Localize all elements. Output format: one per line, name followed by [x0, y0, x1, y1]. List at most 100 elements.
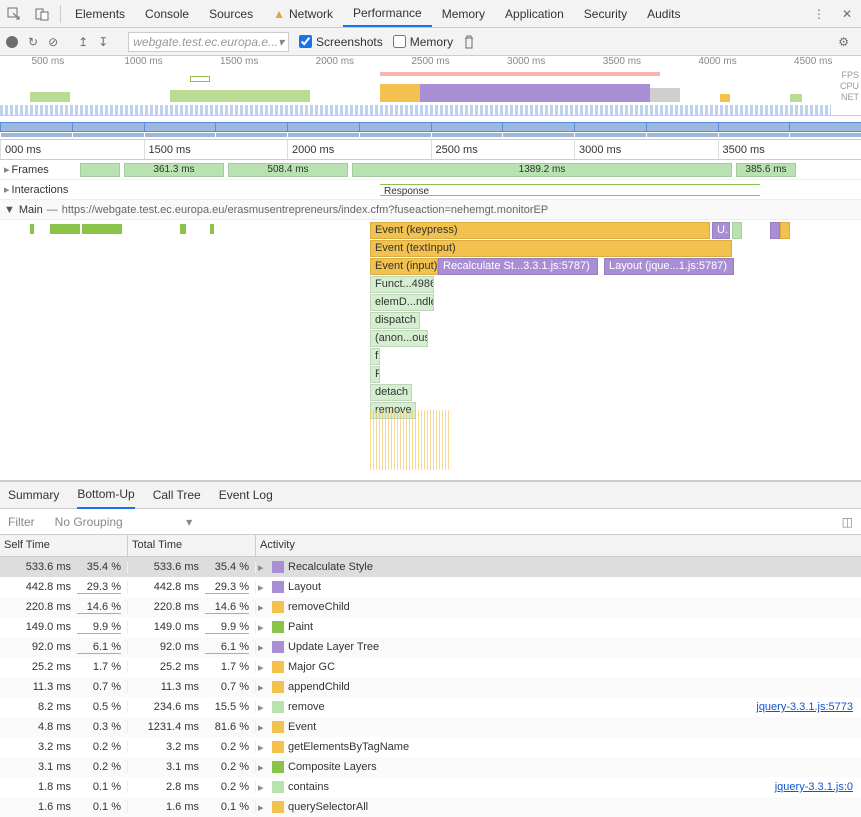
expand-icon[interactable]: ▸ — [258, 581, 268, 594]
table-row[interactable]: 220.8 ms14.6 %220.8 ms14.6 %▸removeChild — [0, 597, 861, 617]
frame-bar[interactable]: 508.4 ms — [228, 163, 348, 177]
table-row[interactable]: 3.1 ms0.2 %3.1 ms0.2 %▸Composite Layers — [0, 757, 861, 777]
frame-bar[interactable]: 361.3 ms — [124, 163, 224, 177]
flame-bar[interactable] — [770, 222, 780, 239]
col-total-time[interactable]: Total Time — [128, 535, 256, 556]
tab-elements[interactable]: Elements — [65, 0, 135, 27]
expand-icon[interactable]: ▸ — [258, 801, 268, 814]
source-link[interactable]: jquery-3.3.1.js:5773 — [756, 701, 853, 713]
table-row[interactable]: 1.6 ms0.1 %1.6 ms0.1 %▸querySelectorAll — [0, 797, 861, 817]
table-row[interactable]: 533.6 ms35.4 %533.6 ms35.4 %▸Recalculate… — [0, 557, 861, 577]
details-tab-bottom-up[interactable]: Bottom-Up — [77, 481, 134, 509]
table-row[interactable]: 25.2 ms1.7 %25.2 ms1.7 %▸Major GC — [0, 657, 861, 677]
recording-url-select[interactable]: webgate.test.ec.europa.e... ▾ — [128, 32, 289, 52]
activity-swatch — [272, 561, 284, 573]
flame-bar[interactable]: (anon...ous) — [370, 330, 428, 347]
flame-bar[interactable]: U... — [712, 222, 730, 239]
tab-memory[interactable]: Memory — [432, 0, 495, 27]
expand-icon[interactable]: ▸ — [258, 641, 268, 654]
col-self-time[interactable]: Self Time — [0, 535, 128, 556]
expand-icon[interactable]: ▸ — [258, 781, 268, 794]
flame-bar[interactable]: dispatch — [370, 312, 420, 329]
expand-icon[interactable]: ▸ — [4, 184, 10, 196]
flame-chart[interactable]: Event (keypress)U...Event (textInput)Eve… — [0, 220, 861, 480]
table-row[interactable]: 149.0 ms9.9 %149.0 ms9.9 %▸Paint — [0, 617, 861, 637]
tab-performance[interactable]: Performance — [343, 0, 432, 27]
network-strip[interactable] — [0, 116, 861, 140]
flame-bar[interactable]: Recalculate St...3.3.1.js:5787) — [438, 258, 598, 275]
flame-bar[interactable]: f — [370, 348, 380, 365]
expand-icon[interactable]: ▸ — [4, 164, 10, 176]
flame-bar[interactable]: P — [370, 366, 380, 383]
activity-swatch — [272, 681, 284, 693]
inspect-icon[interactable] — [0, 0, 28, 28]
details-tab-call-tree[interactable]: Call Tree — [153, 482, 201, 508]
flame-bar[interactable]: Event (input) — [370, 258, 438, 275]
flame-bar[interactable]: Event (textInput) — [370, 240, 732, 257]
source-link[interactable]: jquery-3.3.1.js:0 — [775, 781, 853, 793]
activity-swatch — [272, 741, 284, 753]
details-tab-summary[interactable]: Summary — [8, 482, 59, 508]
expand-icon[interactable]: ▸ — [258, 661, 268, 674]
col-activity[interactable]: Activity — [256, 535, 861, 556]
expand-icon[interactable]: ▸ — [258, 761, 268, 774]
details-tab-event-log[interactable]: Event Log — [219, 482, 273, 508]
activity-name: Event — [288, 721, 316, 733]
garbage-collect-icon[interactable] — [463, 35, 475, 49]
activity-name: Recalculate Style — [288, 561, 373, 573]
table-row[interactable]: 11.3 ms0.7 %11.3 ms0.7 %▸appendChild — [0, 677, 861, 697]
flame-bar[interactable]: detach — [370, 384, 412, 401]
tab-console[interactable]: Console — [135, 0, 199, 27]
tab-audits[interactable]: Audits — [637, 0, 690, 27]
frames-track[interactable]: ▸Frames 361.3 ms508.4 ms1389.2 ms385.6 m… — [0, 160, 861, 180]
tab-security[interactable]: Security — [574, 0, 637, 27]
grouping-select[interactable]: No Grouping ▾ — [55, 515, 192, 529]
show-heaviest-stack-icon[interactable]: ◫ — [842, 515, 853, 529]
table-row[interactable]: 1.8 ms0.1 %2.8 ms0.2 %▸containsjquery-3.… — [0, 777, 861, 797]
flame-bar[interactable]: Event (keypress) — [370, 222, 710, 239]
table-row[interactable]: 92.0 ms6.1 %92.0 ms6.1 %▸Update Layer Tr… — [0, 637, 861, 657]
tab-network[interactable]: ▲Network — [263, 0, 343, 27]
table-row[interactable]: 442.8 ms29.3 %442.8 ms29.3 %▸Layout — [0, 577, 861, 597]
activity-swatch — [272, 721, 284, 733]
flame-bar[interactable]: Layout (jque...1.js:5787) — [604, 258, 734, 275]
overview-panel[interactable]: 500 ms1000 ms1500 ms2000 ms2500 ms3000 m… — [0, 56, 861, 116]
activity-table[interactable]: 533.6 ms35.4 %533.6 ms35.4 %▸Recalculate… — [0, 557, 861, 817]
reload-icon[interactable]: ↻ — [28, 35, 38, 49]
capture-settings-icon[interactable]: ⚙ — [838, 35, 849, 49]
expand-icon[interactable]: ▸ — [258, 561, 268, 574]
record-button[interactable] — [6, 36, 18, 48]
frame-bar[interactable]: 385.6 ms — [736, 163, 796, 177]
tab-application[interactable]: Application — [495, 0, 574, 27]
more-icon[interactable]: ⋮ — [805, 0, 833, 28]
table-row[interactable]: 8.2 ms0.5 %234.6 ms15.5 %▸removejquery-3… — [0, 697, 861, 717]
expand-icon[interactable]: ▸ — [258, 601, 268, 614]
flame-bar[interactable] — [780, 222, 790, 239]
memory-checkbox[interactable]: Memory — [393, 35, 453, 49]
overview-net — [0, 105, 831, 115]
expand-icon[interactable]: ▸ — [258, 681, 268, 694]
table-row[interactable]: 4.8 ms0.3 %1231.4 ms81.6 %▸Event — [0, 717, 861, 737]
load-profile-icon[interactable]: ↥ — [78, 35, 88, 49]
tab-sources[interactable]: Sources — [199, 0, 263, 27]
expand-icon[interactable]: ▸ — [258, 721, 268, 734]
table-row[interactable]: 3.2 ms0.2 %3.2 ms0.2 %▸getElementsByTagN… — [0, 737, 861, 757]
interactions-track[interactable]: ▸Interactions Response — [0, 180, 861, 200]
expand-icon[interactable]: ▸ — [258, 621, 268, 634]
flame-bar[interactable]: Funct...4986) — [370, 276, 434, 293]
close-icon[interactable]: ✕ — [833, 0, 861, 28]
filter-input[interactable]: Filter — [8, 515, 35, 529]
flame-bar[interactable] — [732, 222, 742, 239]
collapse-icon[interactable]: ▼ — [4, 204, 15, 216]
device-toggle-icon[interactable] — [28, 0, 56, 28]
main-track-header[interactable]: ▼ Main — https://webgate.test.ec.europa.… — [0, 200, 861, 220]
time-ruler[interactable]: 000 ms1500 ms2000 ms2500 ms3000 ms3500 m… — [0, 140, 861, 160]
expand-icon[interactable]: ▸ — [258, 741, 268, 754]
expand-icon[interactable]: ▸ — [258, 701, 268, 714]
save-profile-icon[interactable]: ↧ — [98, 35, 108, 49]
frame-bar[interactable]: 1389.2 ms — [352, 163, 732, 177]
frame-bar[interactable] — [80, 163, 120, 177]
screenshots-checkbox[interactable]: Screenshots — [299, 35, 383, 49]
flame-bar[interactable]: elemD...ndle — [370, 294, 434, 311]
clear-icon[interactable]: ⊘ — [48, 35, 58, 49]
